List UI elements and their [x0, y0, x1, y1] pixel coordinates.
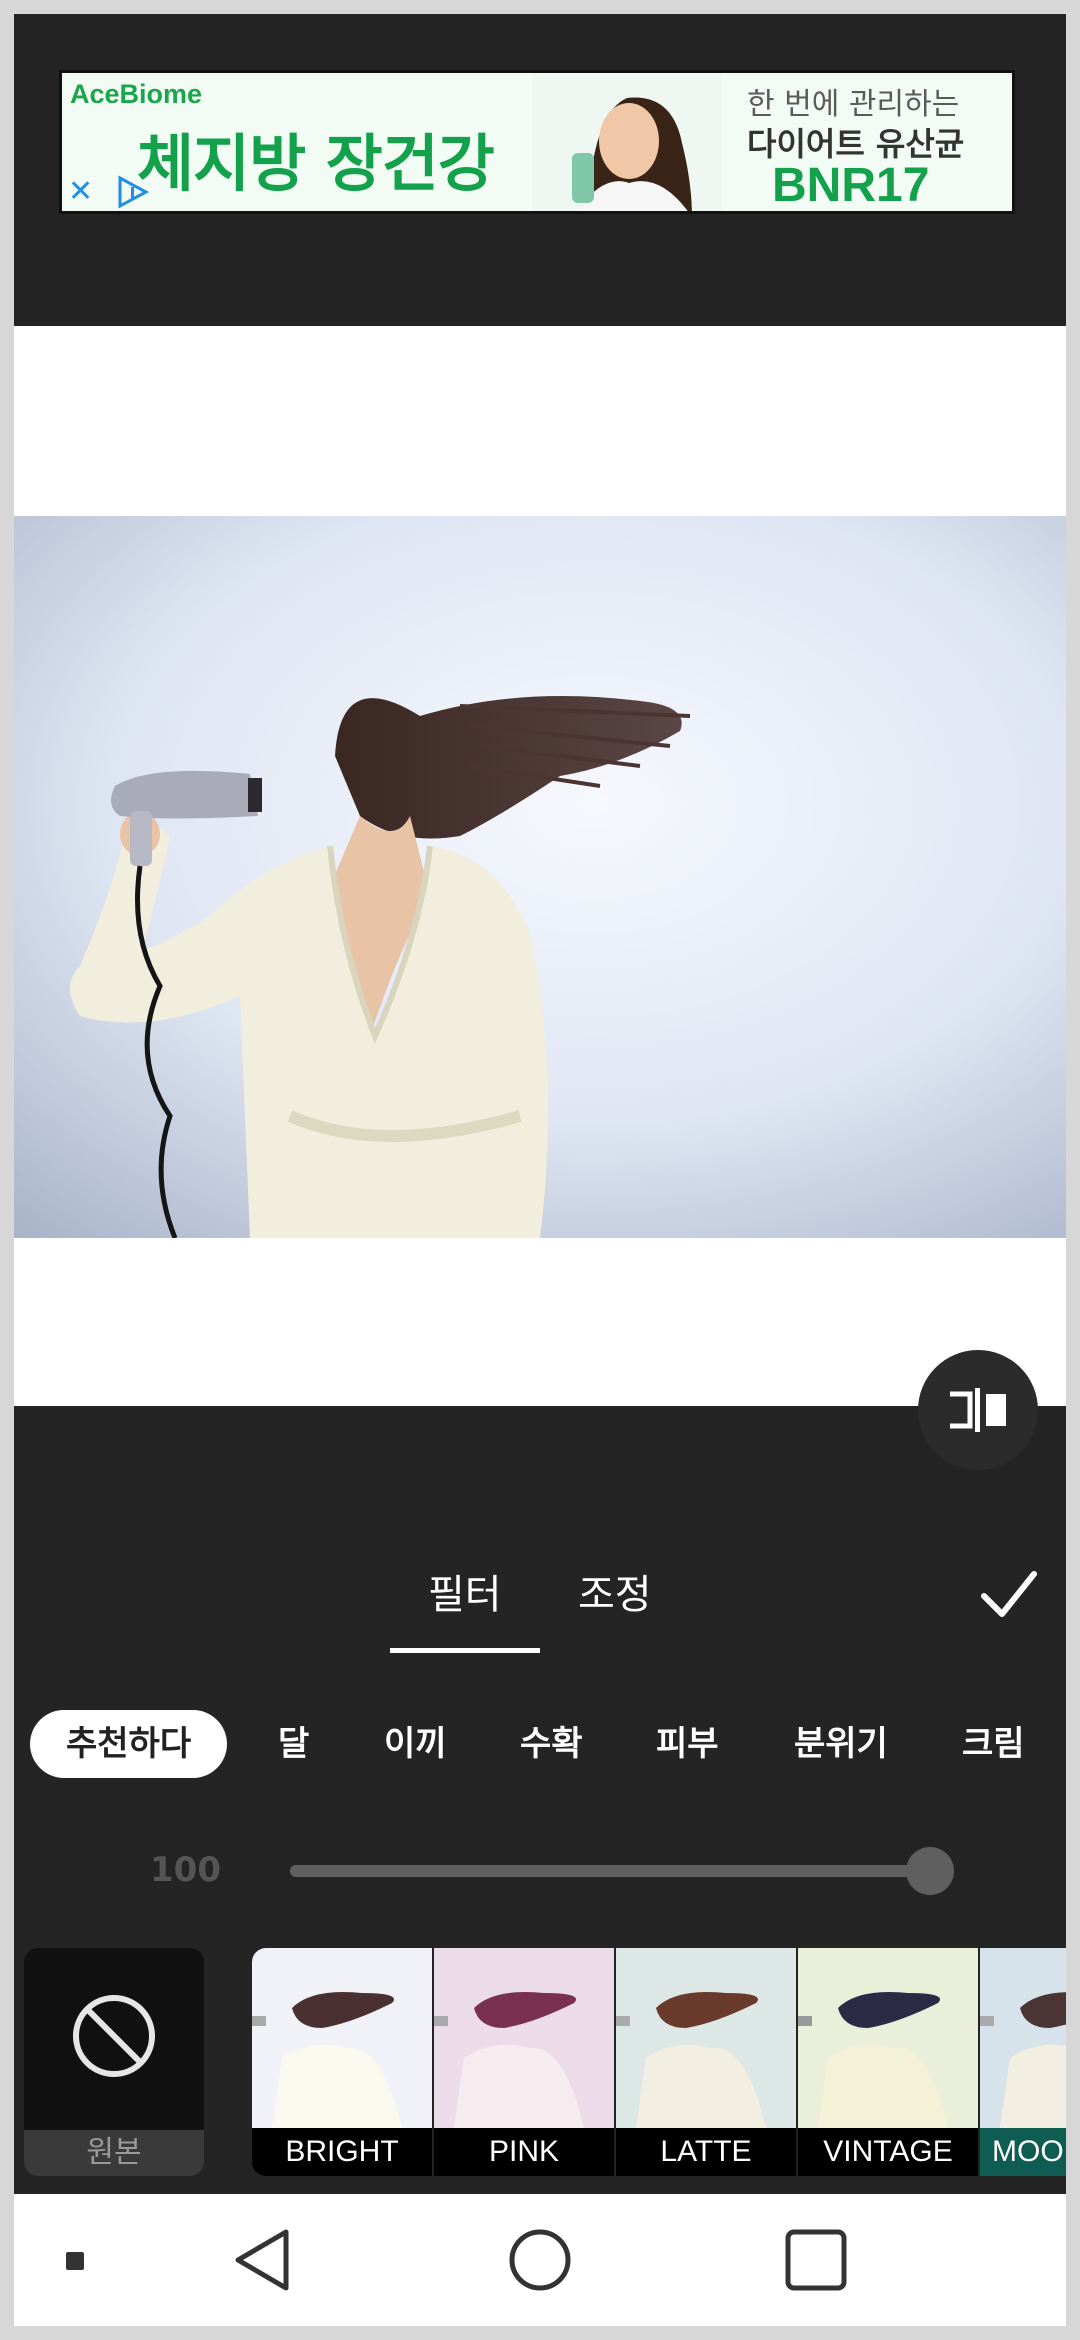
filter-thumbnail: [980, 1948, 1066, 2128]
filter-pink[interactable]: PINK: [434, 1948, 614, 2176]
filter-label: PINK: [434, 2128, 614, 2176]
ad-product-name: BNR17: [772, 159, 930, 212]
close-icon[interactable]: ✕: [68, 177, 93, 207]
filter-label: MOOD: [980, 2128, 1066, 2176]
filter-mood[interactable]: MOOD: [980, 1948, 1066, 2176]
category-recommended[interactable]: 추천하다: [30, 1710, 228, 1778]
intensity-slider[interactable]: [290, 1847, 954, 1895]
category-moon[interactable]: 달: [278, 1710, 309, 1778]
tab-filter[interactable]: 필터: [428, 1562, 502, 1620]
editor-tabs: 필터 조정: [14, 1554, 1066, 1634]
filter-label: BRIGHT: [252, 2128, 432, 2176]
filter-thumbnail: [798, 1948, 978, 2128]
filter-thumbnail: [434, 1948, 614, 2128]
ad-subtext-1: 한 번에 관리하는: [747, 87, 960, 122]
slider-fill: [290, 1865, 930, 1877]
filter-label: LATTE: [616, 2128, 796, 2176]
filter-bright[interactable]: BRIGHT: [252, 1948, 432, 2176]
slider-thumb[interactable]: [906, 1847, 954, 1895]
intensity-value: 100: [150, 1850, 221, 1890]
app-screen: AceBiome 체지방 장건강 한 번에 관리하는 다이어트 유산균 BNR1…: [14, 14, 1066, 2326]
menu-dot-icon[interactable]: [66, 2252, 84, 2270]
category-mood[interactable]: 분위기: [794, 1710, 888, 1778]
confirm-check-icon[interactable]: [976, 1562, 1040, 1626]
compare-icon: [950, 1388, 1006, 1432]
active-tab-indicator: [390, 1648, 540, 1653]
edited-photo[interactable]: [14, 516, 1066, 1238]
filter-original-label: 원본: [24, 2130, 204, 2176]
category-skin[interactable]: 피부: [656, 1710, 719, 1778]
ad-model-image: [532, 73, 722, 211]
system-nav-bar: [14, 2194, 1066, 2326]
category-harvest[interactable]: 수확: [520, 1710, 583, 1778]
ad-headline: 체지방 장건강: [137, 127, 495, 200]
filter-categories: 추천하다 달 이끼 수확 피부 분위기 크림: [30, 1710, 1066, 1778]
ad-brand: AceBiome: [70, 79, 203, 109]
image-canvas: [14, 326, 1066, 1406]
filter-latte[interactable]: LATTE: [616, 1948, 796, 2176]
filter-original[interactable]: 원본: [24, 1948, 204, 2176]
category-cream[interactable]: 크림: [962, 1710, 1025, 1778]
filter-label: VINTAGE: [798, 2128, 978, 2176]
recents-icon[interactable]: [784, 2228, 848, 2292]
filter-thumbnail: [252, 1948, 432, 2128]
category-moss[interactable]: 이끼: [384, 1710, 447, 1778]
filter-vintage[interactable]: VINTAGE: [798, 1948, 978, 2176]
no-filter-icon: [73, 1995, 155, 2077]
back-icon[interactable]: [232, 2228, 292, 2292]
adchoices-icon[interactable]: [116, 175, 150, 209]
ad-banner[interactable]: AceBiome 체지방 장건강 한 번에 관리하는 다이어트 유산균 BNR1…: [59, 70, 1015, 214]
filter-list: BRIGHT PINK LATTE VINTAGE MOO: [252, 1948, 1066, 2176]
tab-adjust[interactable]: 조정: [578, 1562, 652, 1620]
home-icon[interactable]: [508, 2228, 572, 2292]
compare-button[interactable]: [918, 1350, 1038, 1470]
filter-thumbnail: [616, 1948, 796, 2128]
